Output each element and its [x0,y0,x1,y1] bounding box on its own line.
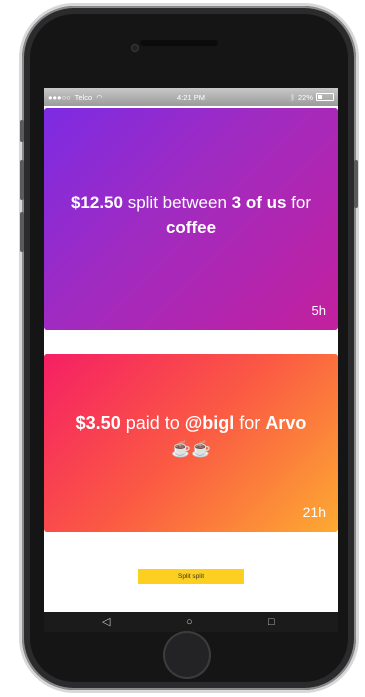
card-timestamp: 5h [311,303,326,318]
card-item: Arvo [265,413,307,433]
mute-switch [20,120,24,142]
status-right: ᛒ 22% [290,93,334,102]
volume-up-button [20,160,24,200]
card-message: $12.50 split between 3 of us for coffee [54,190,328,240]
card-item: coffee [165,218,217,237]
card-text-for: for [234,413,266,433]
coffee-emoji-icon: ☕☕ [171,441,211,458]
card-text-split: split between [122,193,232,212]
earpiece [140,40,218,46]
front-camera [131,44,139,52]
card-message: $3.50 paid to @bigl for Arvo ☕☕ [54,411,328,462]
card-recipient: @bigl [184,413,235,433]
recents-square-icon[interactable]: □ [268,615,275,629]
status-bar: ●●●○○ Telco ◠ 4:21 PM ᛒ 22% [44,88,338,106]
card-amount: $3.50 [75,413,121,433]
battery-fill [318,95,322,99]
home-circle-icon[interactable]: ○ [186,615,193,629]
feed-card-split[interactable]: $12.50 split between 3 of us for coffee … [44,108,338,330]
card-text-for: for [286,193,312,212]
split-button[interactable]: Split split [138,569,244,584]
volume-down-button [20,212,24,252]
android-nav-bar: ◁ ○ □ [44,612,338,632]
back-triangle-icon[interactable]: ◁ [102,615,110,629]
card-text-paid: paid to [120,413,185,433]
card-timestamp: 21h [302,504,326,520]
power-button [354,160,358,208]
home-button[interactable] [163,631,211,679]
battery-icon [316,93,334,101]
feed-card-payment[interactable]: $3.50 paid to @bigl for Arvo ☕☕ 21h [44,354,338,532]
card-amount: $12.50 [70,193,123,212]
bluetooth-icon: ᛒ [290,92,295,102]
card-participants: 3 of us [231,193,287,212]
app-screen: ●●●○○ Telco ◠ 4:21 PM ᛒ 22% $12.50 split… [44,88,338,612]
battery-percent: 22% [297,92,313,102]
